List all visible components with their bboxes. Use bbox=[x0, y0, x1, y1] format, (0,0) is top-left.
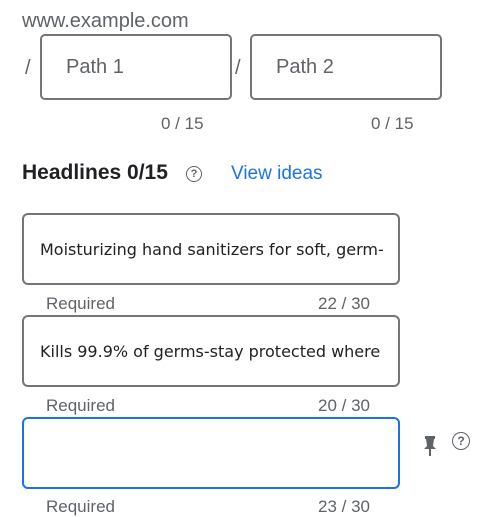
path-separator: / bbox=[25, 57, 31, 79]
help-icon[interactable]: ? bbox=[186, 166, 202, 182]
path2-field[interactable]: Path 2 bbox=[250, 34, 442, 100]
headline-field-1[interactable]: Moisturizing hand sanitizers for soft, g… bbox=[22, 213, 400, 285]
headline-counter-3: 23 / 30 bbox=[318, 497, 370, 516]
headline-counter-1: 22 / 30 bbox=[318, 294, 370, 313]
headline-field-2[interactable]: Kills 99.9% of germs-stay protected wher… bbox=[22, 315, 400, 387]
headlines-title: Headlines 0/15 bbox=[22, 161, 168, 184]
headline-help-icon[interactable]: ? bbox=[452, 432, 470, 450]
pin-icon[interactable] bbox=[422, 435, 438, 457]
headline-required-hint-3: Required bbox=[46, 497, 115, 516]
headline-required-hint-1: Required bbox=[46, 294, 115, 313]
path1-counter: 0 / 15 bbox=[161, 114, 204, 133]
view-ideas-link[interactable]: View ideas bbox=[231, 163, 323, 185]
path-separator: / bbox=[235, 57, 241, 79]
path2-counter: 0 / 15 bbox=[371, 114, 414, 133]
headline-value-2: Kills 99.9% of germs-stay protected wher… bbox=[40, 341, 381, 361]
headline-value-1: Moisturizing hand sanitizers for soft, g… bbox=[40, 239, 384, 259]
headline-field-3[interactable] bbox=[22, 417, 400, 489]
headline-counter-2: 20 / 30 bbox=[318, 396, 370, 415]
path1-field[interactable]: Path 1 bbox=[40, 34, 232, 100]
headline-required-hint-2: Required bbox=[46, 396, 115, 415]
path2-placeholder: Path 2 bbox=[276, 55, 334, 78]
path1-placeholder: Path 1 bbox=[66, 55, 124, 78]
display-url-domain: www.example.com bbox=[22, 10, 189, 32]
